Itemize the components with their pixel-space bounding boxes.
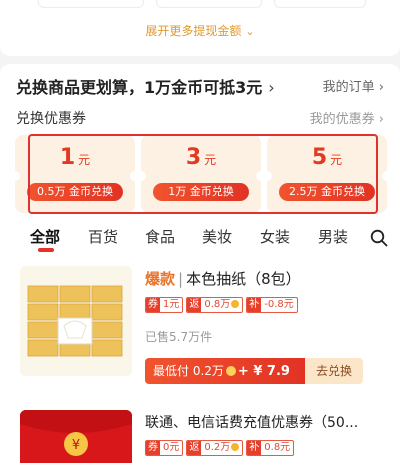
product-name: 本色抽纸（8包） xyxy=(186,270,301,288)
tab-all[interactable]: 全部 xyxy=(30,226,60,247)
tissue-pack-image xyxy=(20,266,132,376)
coupon-list: 1元 0.5万 金币兑换 3元 1万 金币兑换 5元 2.5万 金币兑换 xyxy=(10,135,392,213)
price-bar[interactable]: 最低付 0.2万 + ¥ 7.9 去兑换 xyxy=(145,358,363,384)
lowest-price: 最低付 0.2万 + ¥ 7.9 xyxy=(145,358,305,384)
withdraw-option[interactable] xyxy=(38,0,144,8)
hot-badge: 爆款 xyxy=(145,270,176,288)
subsidy-tag: 补 0.8元 xyxy=(246,440,295,456)
chevron-down-icon: ⌄ xyxy=(245,25,255,38)
active-tab-indicator xyxy=(38,248,54,252)
product-title[interactable]: 爆款 | 本色抽纸（8包） xyxy=(145,268,301,289)
coupon-unit: 元 xyxy=(78,153,91,167)
rebate-tag: 返 0.8万 xyxy=(186,297,244,313)
tab-mens[interactable]: 男装 xyxy=(318,226,348,247)
product-tags: 券 1元返 0.8万补 -0.8元 xyxy=(145,297,301,313)
withdraw-option[interactable] xyxy=(156,0,262,8)
coupon-unit: 元 xyxy=(204,153,217,167)
tab-food[interactable]: 食品 xyxy=(145,226,175,247)
coupon-card[interactable]: 1元 0.5万 金币兑换 xyxy=(10,135,140,213)
product-title[interactable]: 联通、电信话费充值优惠券（50... xyxy=(145,412,358,432)
tab-womens[interactable]: 女装 xyxy=(260,226,290,247)
exchange-button[interactable]: 去兑换 xyxy=(305,358,363,384)
coupon-exchange-button[interactable]: 1万 金币兑换 xyxy=(153,183,249,201)
coupon-tag: 券 0元 xyxy=(145,440,184,456)
coupon-amount: 3 xyxy=(185,145,202,170)
product-tags: 券 0元返 0.2万补 0.8元 xyxy=(145,440,297,456)
coupon-exchange-button[interactable]: 2.5万 金币兑换 xyxy=(279,183,375,201)
coupon-tag: 券 1元 xyxy=(145,297,184,313)
product-image-tissue[interactable] xyxy=(20,266,132,376)
expand-withdraw-amounts-link[interactable]: 展开更多提现金额 ⌄ xyxy=(0,22,400,39)
search-icon[interactable] xyxy=(370,229,388,247)
exchange-section: 兑换商品更划算，1万金币可抵3元 › 我的订单 › 兑换优惠券 我的优惠券 › 1… xyxy=(0,64,400,463)
withdraw-option[interactable] xyxy=(274,0,366,8)
coupon-amount: 1 xyxy=(59,145,76,170)
rebate-tag: 返 0.2万 xyxy=(186,440,244,456)
category-tabs: 全部 百货 食品 美妆 女装 男装 xyxy=(0,222,400,258)
red-envelope-image: ¥ xyxy=(20,410,132,463)
coupon-card[interactable]: 5元 2.5万 金币兑换 xyxy=(262,135,392,213)
coupon-unit: 元 xyxy=(330,153,343,167)
subsidy-tag: 补 -0.8元 xyxy=(246,297,298,313)
exchange-title[interactable]: 兑换商品更划算，1万金币可抵3元 › xyxy=(16,74,275,98)
coupon-amount: 5 xyxy=(311,145,328,170)
sold-count: 已售5.7万件 xyxy=(145,330,213,344)
my-coupons-link[interactable]: 我的优惠券 › xyxy=(310,108,384,127)
coupon-exchange-button[interactable]: 0.5万 金币兑换 xyxy=(27,183,123,201)
coin-icon xyxy=(231,300,240,308)
product-image-phone-recharge[interactable]: ¥ xyxy=(20,410,132,463)
tab-general-goods[interactable]: 百货 xyxy=(88,226,118,247)
chevron-right-icon: › xyxy=(268,78,275,97)
tab-beauty[interactable]: 美妆 xyxy=(202,226,232,247)
coupon-card[interactable]: 3元 1万 金币兑换 xyxy=(136,135,266,213)
svg-text:¥: ¥ xyxy=(72,438,80,453)
coin-icon xyxy=(231,443,240,451)
coupon-section-label: 兑换优惠券 xyxy=(16,111,86,127)
withdraw-card: 展开更多提现金额 ⌄ xyxy=(0,0,400,56)
my-orders-link[interactable]: 我的订单 › xyxy=(323,76,384,95)
coin-icon xyxy=(225,366,236,376)
